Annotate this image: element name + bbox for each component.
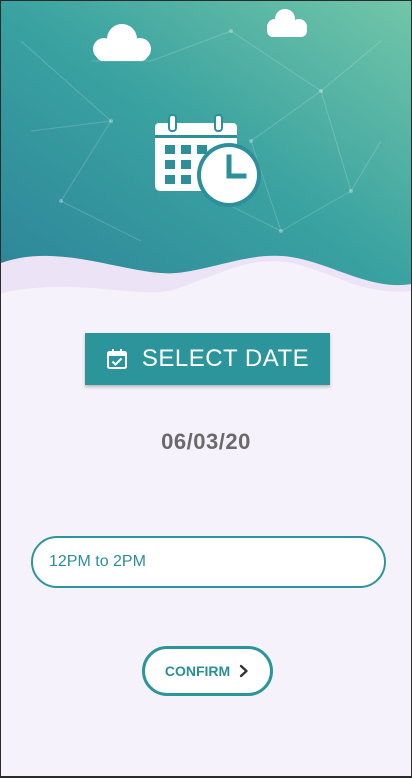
select-date-button[interactable]: SELECT DATE [85,333,330,385]
cloud-icon [267,9,307,37]
screen: SELECT DATE 06/03/20 12PM to 2PM CONFIRM [1,1,411,776]
time-slot-value: 12PM to 2PM [49,553,146,570]
calendar-check-icon [106,349,127,369]
confirm-label: CONFIRM [164,663,231,679]
calendar-clock-icon [155,114,261,207]
chevron-right-icon [239,664,248,678]
time-slot-field[interactable]: 12PM to 2PM [31,536,386,588]
confirm-button[interactable]: CONFIRM [142,646,273,696]
cloud-icon [93,24,151,61]
select-date-label: SELECT DATE [141,345,310,372]
header-banner [1,1,411,311]
selected-date: 06/03/20 [161,429,251,454]
